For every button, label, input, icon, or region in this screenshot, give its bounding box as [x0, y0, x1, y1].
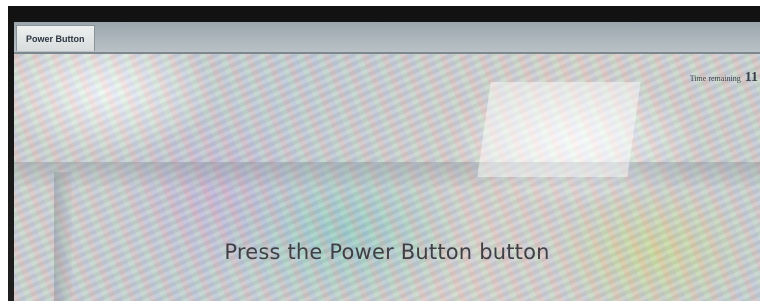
tab-power-button[interactable]: Power Button [16, 25, 95, 51]
tab-label: Power Button [26, 33, 85, 44]
time-remaining-label: Time remaining [689, 74, 741, 83]
tab-strip: Power Button [14, 22, 760, 54]
glare-box [477, 82, 641, 177]
instruction-text: Press the Power Button button [224, 240, 550, 264]
photo-frame: Power Button Time remaining 11 Press the… [0, 0, 760, 301]
glare-band [14, 162, 760, 186]
time-remaining-value: 11 [744, 70, 758, 85]
glare-post [54, 172, 72, 301]
time-remaining: Time remaining 11 [690, 70, 758, 86]
screen: Power Button Time remaining 11 Press the… [14, 22, 760, 301]
